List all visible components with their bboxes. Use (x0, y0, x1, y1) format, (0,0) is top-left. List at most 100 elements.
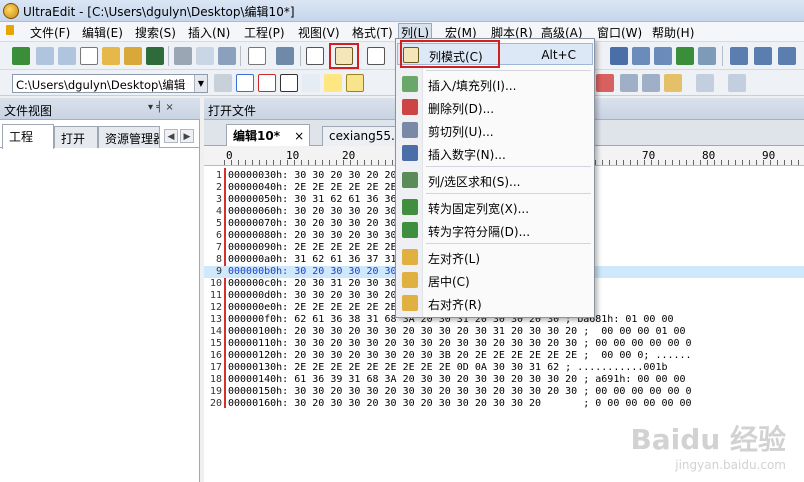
line-number: 9 (215, 266, 222, 277)
format-icon[interactable] (620, 74, 638, 92)
line-number: 17 (209, 362, 222, 373)
chevron-down-icon[interactable]: ▼ (194, 75, 207, 92)
menu-item-label: 剪切列(U)... (428, 125, 494, 139)
menu-item-fixed-width[interactable]: 转为固定列宽(X)... (397, 196, 593, 218)
tab-open[interactable]: 打开 (54, 126, 98, 148)
open-files-title: 打开文件 (208, 104, 257, 118)
open-file-icon[interactable] (102, 47, 120, 65)
line-number: 6 (215, 230, 222, 241)
code-line[interactable]: 15 00000110h: 30 30 20 30 30 20 30 30 20 … (204, 338, 804, 350)
tools-icon[interactable] (728, 74, 746, 92)
column-mode-icon[interactable] (335, 47, 353, 65)
menu-search[interactable]: 搜索(S) (133, 24, 178, 40)
insert-column-icon (402, 76, 418, 92)
replace-icon[interactable] (676, 47, 694, 65)
word-wrap-icon[interactable] (276, 47, 294, 65)
line-number: 3 (215, 194, 222, 205)
insert-number-icon (402, 145, 418, 161)
open-folder-icon[interactable] (124, 47, 142, 65)
back-icon[interactable] (36, 47, 54, 65)
find-in-files-icon[interactable] (698, 47, 716, 65)
menu-item-column-sum[interactable]: 列/选区求和(S)... (397, 169, 593, 191)
split-vertical-icon[interactable] (754, 47, 772, 65)
print-preview-icon[interactable] (196, 47, 214, 65)
separator (300, 46, 301, 66)
delete-column-icon (402, 99, 418, 115)
code-line[interactable]: 18 00000140h: 61 36 39 31 68 3A 20 30 30 … (204, 374, 804, 386)
find-prev-icon[interactable] (632, 47, 650, 65)
yahoo-search-icon[interactable] (258, 74, 276, 92)
wikipedia-icon[interactable] (280, 74, 298, 92)
print-icon[interactable] (174, 47, 192, 65)
file-view-title: 文件视图 (4, 104, 53, 118)
find-icon[interactable] (610, 47, 628, 65)
menu-item-char-delimited[interactable]: 转为字符分隔(D)... (397, 219, 593, 241)
menu-item-cut-column[interactable]: 剪切列(U)... (397, 119, 593, 141)
hex-mode-icon[interactable] (306, 47, 324, 65)
menu-edit[interactable]: 编辑(E) (80, 24, 125, 40)
panel-controls[interactable]: ▾ ╡ × (148, 102, 174, 113)
line-text: 00000100h: 20 30 30 20 30 30 20 30 30 20… (228, 326, 686, 337)
menu-item-delete-column[interactable]: 删除列(D)... (397, 96, 593, 118)
menu-view[interactable]: 视图(V) (296, 24, 342, 40)
menu-insert[interactable]: 插入(N) (186, 24, 232, 40)
menu-separator (426, 70, 591, 71)
window-title: UltraEdit - [C:\Users\dgulyn\Desktop\编辑1… (23, 5, 295, 19)
find-next-icon[interactable] (654, 47, 672, 65)
menu-help[interactable]: 帮助(H) (650, 24, 696, 40)
format-2-icon[interactable] (642, 74, 660, 92)
line-number: 16 (209, 350, 222, 361)
line-number: 19 (209, 386, 222, 397)
book-icon[interactable] (302, 74, 320, 92)
code-line[interactable]: 14 00000100h: 20 30 30 20 30 30 20 30 30 … (204, 326, 804, 338)
function-list-icon[interactable] (696, 74, 714, 92)
format-3-icon[interactable] (664, 74, 682, 92)
menu-format[interactable]: 格式(T) (350, 24, 395, 40)
menu-item-insert-fill-column[interactable]: 插入/填充列(I)... (397, 73, 593, 95)
tab-scroll-right-icon[interactable]: ▶ (180, 129, 194, 143)
menu-item-align-right[interactable]: 右对齐(R) (397, 292, 593, 314)
page-setup-icon[interactable] (218, 47, 236, 65)
tab-scroll-left-icon[interactable]: ◀ (164, 129, 178, 143)
menu-item-align-left[interactable]: 左对齐(L) (397, 246, 593, 268)
tab-file-2[interactable]: cexiang55.r (322, 126, 396, 147)
menu-doc-icon (6, 25, 14, 35)
document-icon[interactable] (248, 47, 266, 65)
file-path-combo[interactable]: C:\Users\dgulyn\Desktop\编辑 ▼ (12, 74, 208, 93)
code-line[interactable]: 16 00000120h: 20 30 30 20 30 30 20 30 3B … (204, 350, 804, 362)
delete-format-icon[interactable] (596, 74, 614, 92)
menu-project[interactable]: 工程(P) (242, 24, 287, 40)
menu-window[interactable]: 窗口(W) (595, 24, 644, 40)
tab-file-active[interactable]: 编辑10* × (226, 124, 310, 147)
line-number: 2 (215, 182, 222, 193)
menu-item-shortcut: Alt+C (541, 48, 576, 62)
menu-file[interactable]: 文件(F) (28, 24, 72, 40)
code-line[interactable]: 20 00000160h: 30 20 30 30 20 30 30 20 30 … (204, 398, 804, 410)
lightbulb-icon[interactable] (324, 74, 342, 92)
code-line[interactable]: 17 00000130h: 2E 2E 2E 2E 2E 2E 2E 2E 2E … (204, 362, 804, 374)
google-search-icon[interactable] (236, 74, 254, 92)
tab-project[interactable]: 工程 (2, 124, 54, 149)
new-file-icon[interactable] (80, 47, 98, 65)
code-line[interactable]: 19 00000150h: 30 30 20 30 30 20 30 30 20 … (204, 386, 804, 398)
tab-file-label: 编辑10* (233, 129, 280, 143)
line-numbers-icon[interactable] (367, 47, 385, 65)
cut-column-icon (402, 122, 418, 138)
watermark-sub: jingyan.baidu.com (675, 458, 786, 472)
open-project-icon[interactable] (12, 47, 30, 65)
line-text: 00000110h: 30 30 20 30 30 20 30 30 20 30… (228, 338, 692, 349)
menu-item-label: 插入/填充列(I)... (428, 79, 517, 93)
align-right-icon (402, 295, 418, 311)
sum-icon (402, 172, 418, 188)
note-icon[interactable] (346, 74, 364, 92)
tile-windows-icon[interactable] (778, 47, 796, 65)
close-icon[interactable]: × (294, 129, 304, 143)
forward-icon[interactable] (58, 47, 76, 65)
menu-item-insert-number[interactable]: 插入数字(N)... (397, 142, 593, 164)
menu-item-align-center[interactable]: 居中(C) (397, 269, 593, 291)
split-horizontal-icon[interactable] (730, 47, 748, 65)
save-icon[interactable] (146, 47, 164, 65)
tab-explorer[interactable]: 资源管理器 (98, 126, 160, 148)
dropdown-more-icon[interactable] (214, 74, 232, 92)
file-view-header: 文件视图 ▾ ╡ × (0, 98, 200, 120)
